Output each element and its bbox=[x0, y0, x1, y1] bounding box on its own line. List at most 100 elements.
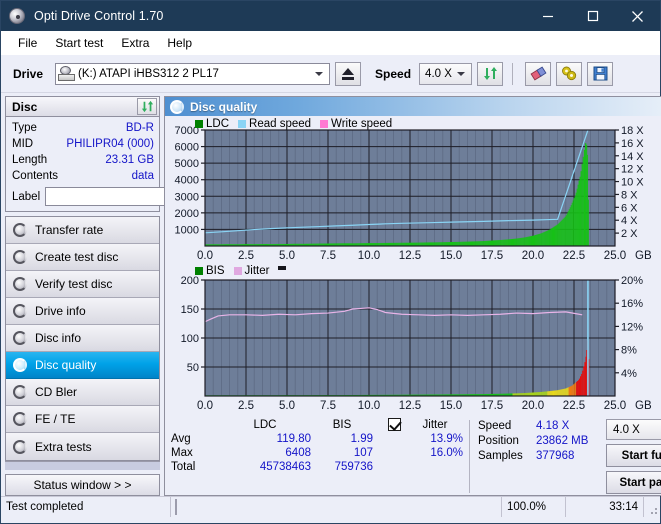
stats-divider bbox=[469, 420, 470, 493]
sidebar-item-extra-tests[interactable]: Extra tests bbox=[6, 433, 159, 460]
y2-tick-label: 4% bbox=[621, 368, 637, 380]
sidebar-item-fe-te[interactable]: FE / TE bbox=[6, 406, 159, 433]
disc-type-value: BD-R bbox=[125, 122, 154, 134]
sidebar-item-cd-bler[interactable]: CD Bler bbox=[6, 379, 159, 406]
elapsed-time: 33:14 bbox=[566, 497, 644, 517]
x-axis-unit-label: GB bbox=[635, 250, 652, 262]
x-axis-unit-label: GB bbox=[635, 400, 652, 412]
disc-length-key: Length bbox=[12, 154, 48, 166]
sidebar-item-label: Extra tests bbox=[35, 439, 92, 454]
y-tick-label: 6000 bbox=[175, 142, 199, 154]
start-full-button[interactable]: Start full bbox=[606, 444, 661, 467]
disc-row-length: Length 23.31 GB bbox=[12, 153, 154, 168]
disc-row-contents: Contents data bbox=[12, 169, 154, 184]
jitter-checkbox[interactable] bbox=[388, 418, 401, 431]
menu-bar: File Start test Extra Help bbox=[1, 31, 660, 55]
eject-icon bbox=[341, 67, 355, 80]
menu-extra[interactable]: Extra bbox=[112, 33, 158, 53]
x-tick-label: 17.5 bbox=[481, 250, 503, 262]
disc-contents-value: data bbox=[131, 170, 154, 182]
drive-select[interactable]: (K:) ATAPI iHBS312 2 PL17 bbox=[55, 62, 331, 85]
legend-label-jitter: Jitter bbox=[244, 265, 270, 277]
sidebar-item-label: Drive info bbox=[35, 304, 86, 318]
disc-refresh-button[interactable] bbox=[137, 98, 157, 115]
bis-chart-legend: BIS Jitter bbox=[195, 265, 287, 277]
toolbar-separator bbox=[512, 62, 514, 85]
menu-file[interactable]: File bbox=[9, 33, 46, 53]
y-tick-label: 1000 bbox=[175, 224, 199, 236]
legend-label-ldc: LDC bbox=[206, 118, 230, 130]
legend-swatch-ldc bbox=[195, 120, 203, 128]
eject-button[interactable] bbox=[335, 61, 362, 86]
disc-icon bbox=[12, 330, 28, 346]
y-tick-label: 2000 bbox=[175, 208, 199, 220]
disc-label-key: Label bbox=[12, 190, 41, 203]
sidebar-item-create-test-disc[interactable]: Create test disc bbox=[6, 244, 159, 271]
stats-table: LDC BIS Jitter Avg 119.80 1.99 13.9% Max… bbox=[165, 418, 465, 495]
sidebar-item-label: Disc info bbox=[35, 331, 82, 345]
menu-help[interactable]: Help bbox=[158, 33, 201, 53]
disc-icon bbox=[12, 249, 28, 265]
sidebar-filler bbox=[5, 461, 160, 471]
x-tick-label: 22.5 bbox=[563, 250, 585, 262]
minimize-button[interactable] bbox=[525, 1, 570, 31]
speed-select[interactable]: 4.0 X bbox=[419, 62, 473, 85]
y2-tick-label: 20% bbox=[621, 275, 643, 287]
sidebar-item-label: CD Bler bbox=[35, 385, 78, 399]
save-button[interactable] bbox=[587, 61, 614, 86]
sidebar-item-verify-test-disc[interactable]: Verify test disc bbox=[6, 271, 159, 298]
legend-entry-read-speed: Read speed bbox=[238, 118, 311, 130]
drive-label: Drive bbox=[13, 66, 44, 81]
ldc-plot[interactable]: 10002000300040005000600070002 X4 X6 X8 X… bbox=[165, 116, 658, 264]
ldc-chart-legend: LDC Read speed Write speed bbox=[195, 118, 401, 130]
close-button[interactable] bbox=[615, 1, 660, 31]
disc-box-title: Disc bbox=[12, 99, 38, 114]
disc-length-value: 23.31 GB bbox=[105, 154, 154, 166]
y2-tick-label: 8% bbox=[621, 345, 637, 357]
progress-percent: 100.0% bbox=[502, 497, 566, 517]
disc-icon bbox=[12, 276, 28, 292]
x-tick-label: 2.5 bbox=[238, 250, 254, 262]
erase-button[interactable] bbox=[525, 61, 552, 86]
y2-tick-label: 18 X bbox=[621, 125, 644, 137]
jitter-checkbox-cell[interactable] bbox=[373, 418, 407, 431]
disc-icon bbox=[12, 303, 28, 319]
sidebar-item-disc-info[interactable]: Disc info bbox=[6, 325, 159, 352]
stats-total-bis: 759736 bbox=[334, 461, 373, 473]
plugin-button[interactable] bbox=[556, 61, 583, 86]
x-tick-label: 25.0 bbox=[604, 250, 626, 262]
x-tick-label: 12.5 bbox=[399, 400, 421, 412]
start-part-button[interactable]: Start part bbox=[606, 471, 661, 494]
x-tick-label: 17.5 bbox=[481, 400, 503, 412]
run-samples-key: Samples bbox=[478, 450, 523, 462]
legend-entry-write-speed: Write speed bbox=[320, 118, 392, 130]
refresh-button[interactable] bbox=[477, 61, 504, 86]
menu-start-test[interactable]: Start test bbox=[46, 33, 112, 53]
sidebar-item-disc-quality[interactable]: Disc quality bbox=[6, 352, 159, 379]
legend-label-bis: BIS bbox=[206, 265, 225, 277]
disc-rows: Type BD-R MID PHILIPR04 (000) Length 23.… bbox=[6, 117, 248, 211]
resize-grip-icon[interactable] bbox=[644, 497, 660, 517]
disc-mid-key: MID bbox=[12, 138, 34, 150]
maximize-button[interactable] bbox=[570, 1, 615, 31]
drive-icon bbox=[58, 66, 76, 81]
status-window-button[interactable]: Status window > > bbox=[5, 474, 160, 496]
bis-jitter-chart: BIS Jitter 50 100 150 200 4% 8% 12% 16% 20% 0.0 2.… bbox=[165, 264, 661, 414]
sidebar-item-transfer-rate[interactable]: Transfer rate bbox=[6, 217, 159, 244]
y2-tick-label: 10 X bbox=[621, 177, 644, 189]
drive-toolbar: Drive (K:) ATAPI iHBS312 2 PL17 Speed 4.… bbox=[1, 55, 660, 93]
run-position-key: Position bbox=[478, 435, 519, 447]
test-speed-select[interactable]: 4.0 X bbox=[606, 419, 661, 440]
test-nav-list: Transfer rate Create test disc Verify te… bbox=[5, 216, 160, 461]
x-tick-label: 10.0 bbox=[358, 400, 380, 412]
x-tick-label: 2.5 bbox=[238, 400, 254, 412]
legend-swatch-write-speed bbox=[320, 120, 329, 128]
y-tick-label: 50 bbox=[187, 362, 199, 374]
x-tick-label: 22.5 bbox=[563, 400, 585, 412]
y2-tick-label: 2 X bbox=[621, 228, 638, 240]
sidebar-item-drive-info[interactable]: Drive info bbox=[6, 298, 159, 325]
bis-jitter-plot[interactable]: 501001502004%8%12%16%20%0.0 2.5 5.0 7.5 10.0… bbox=[165, 264, 658, 414]
stats-grid: LDC BIS Jitter Avg 119.80 1.99 13.9% Max… bbox=[171, 418, 465, 473]
legend-entry-jitter: Jitter bbox=[233, 265, 270, 277]
stats-header-jitter: Jitter bbox=[422, 418, 448, 431]
